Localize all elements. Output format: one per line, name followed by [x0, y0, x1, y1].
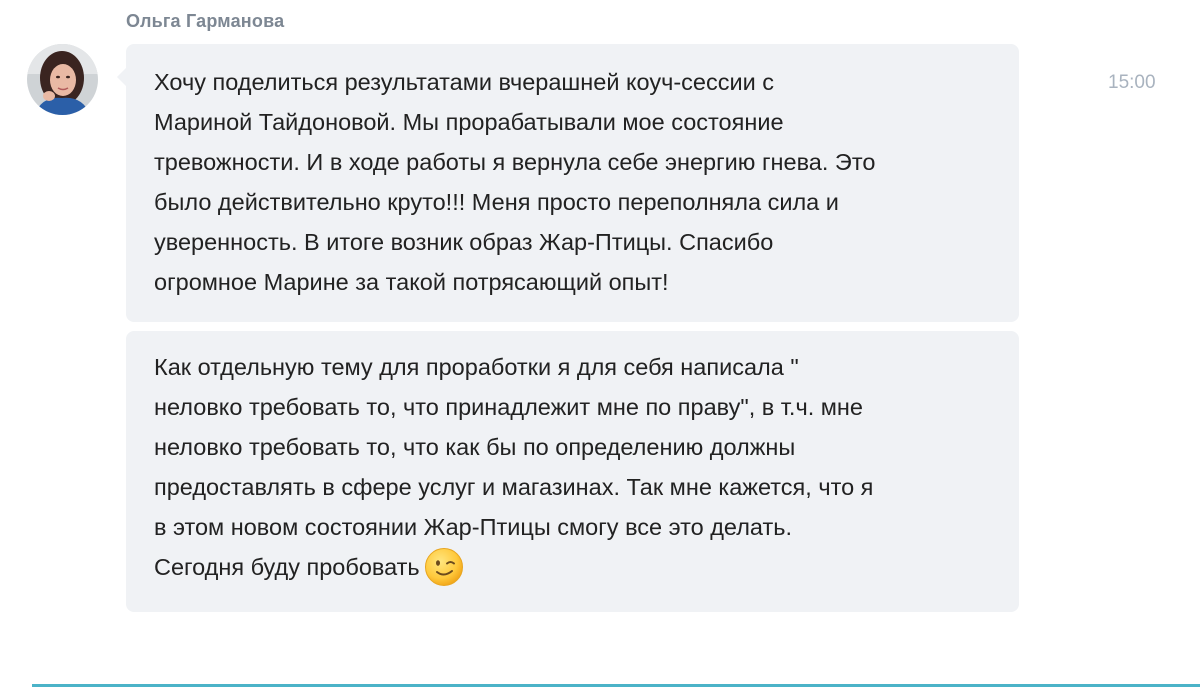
- message-text-line: огромное Марине за такой потрясающий опы…: [154, 269, 669, 295]
- message-text-line: было действительно круто!!! Меня просто …: [154, 189, 839, 215]
- wink-emoji-icon: [424, 548, 463, 586]
- message-text-line: в этом новом состоянии Жар-Птицы смогу в…: [154, 514, 793, 540]
- message-bubble-1: Хочу поделиться результатами вчерашней к…: [117, 44, 1019, 322]
- avatar[interactable]: [27, 44, 98, 115]
- message-text-line: Как отдельную тему для проработки я для …: [154, 354, 799, 380]
- message-time: 15:00: [1108, 72, 1156, 93]
- sender-name[interactable]: Ольга Гарманова: [126, 11, 284, 32]
- message-text-line-last: Сегодня буду пробовать: [154, 547, 991, 587]
- message-text-line: неловко требовать то, что как бы по опре…: [154, 434, 796, 460]
- message-text-line: неловко требовать то, что принадлежит мн…: [154, 394, 863, 420]
- message-text: Сегодня буду пробовать: [154, 554, 420, 580]
- bottom-divider: [32, 684, 1200, 687]
- message-bubble-2: Как отдельную тему для проработки я для …: [126, 331, 1019, 612]
- message-text-line: предоставлять в сфере услуг и магазинах.…: [154, 474, 874, 500]
- message-text-line: уверенность. В итоге возник образ Жар-Пт…: [154, 229, 774, 255]
- message-text-line: Мариной Тайдоновой. Мы прорабатывали мое…: [154, 109, 784, 135]
- message-text-line: Хочу поделиться результатами вчерашней к…: [154, 69, 774, 95]
- avatar-photo-icon: [27, 44, 98, 115]
- message-text-line: тревожности. И в ходе работы я вернула с…: [154, 149, 876, 175]
